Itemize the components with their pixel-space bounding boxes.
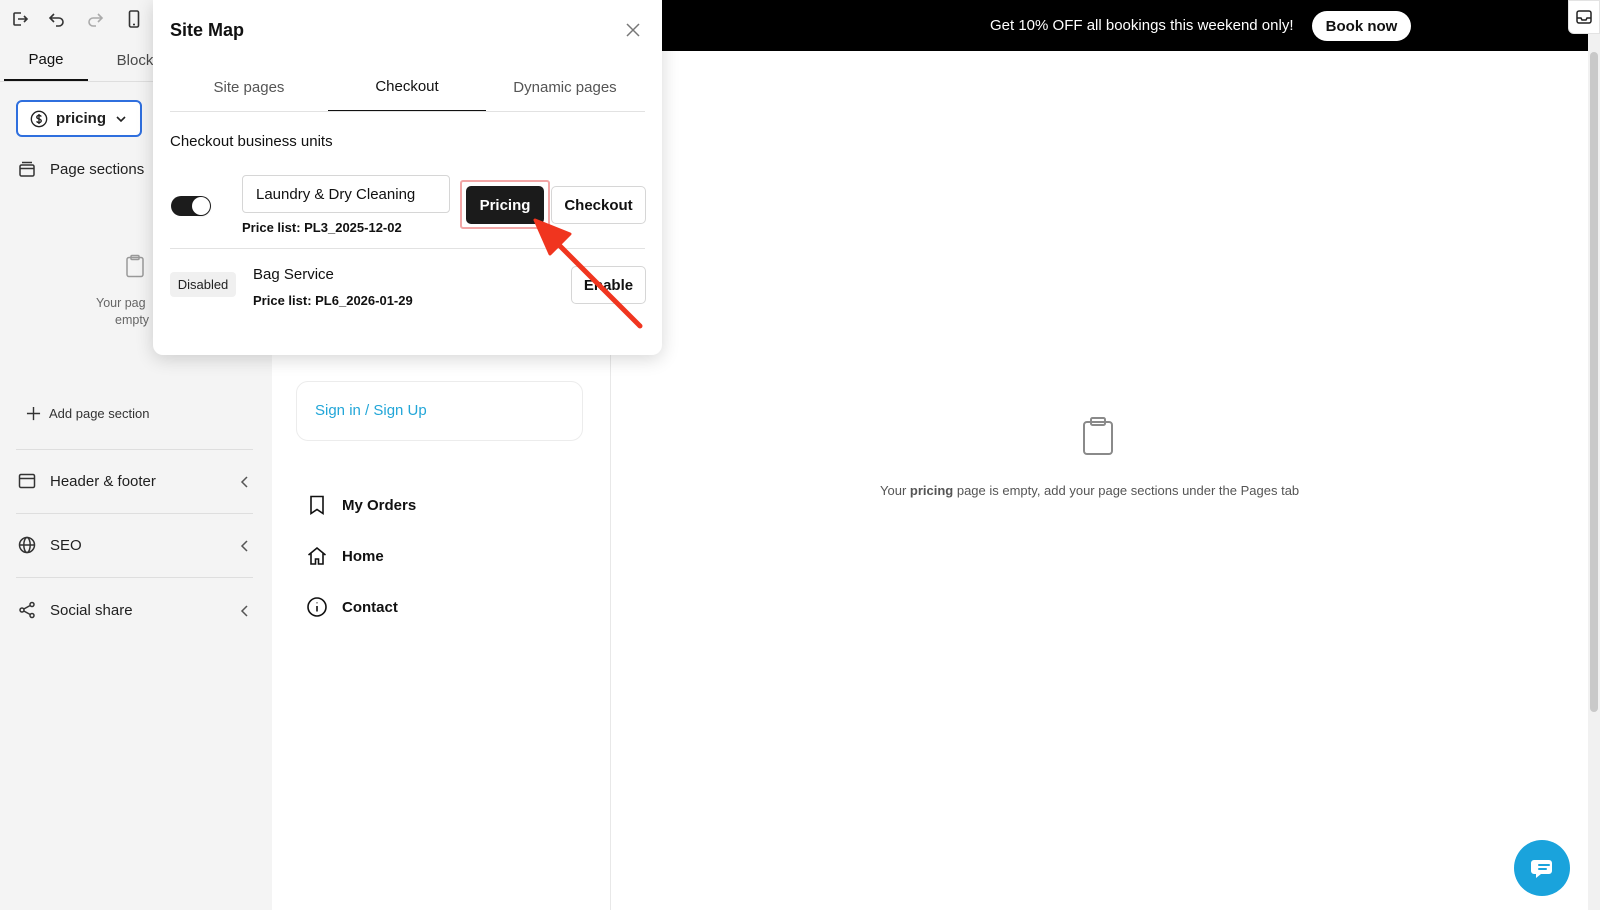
plus-icon [26, 406, 41, 421]
price-list-label: Price list: PL3_2025-12-02 [242, 220, 402, 235]
chevron-left-icon[interactable] [238, 539, 252, 553]
bookmark-icon [310, 495, 324, 515]
sidebar-item-label: Header & footer [50, 472, 156, 490]
nav-item-label: Contact [342, 598, 398, 616]
layers-icon [19, 161, 35, 177]
chevron-down-icon [116, 115, 126, 122]
layout-icon [18, 473, 36, 489]
dollar-icon [30, 110, 48, 127]
enable-button[interactable]: Enable [571, 266, 646, 304]
sidebar-divider [16, 513, 253, 514]
nav-item-my-orders[interactable]: My Orders [306, 494, 416, 516]
empty-page-message: Your pricing page is empty, add your pag… [880, 483, 1316, 498]
price-list-label: Price list: PL6_2026-01-29 [253, 293, 413, 308]
empty-prefix: Your [880, 483, 910, 498]
undo-icon[interactable] [47, 9, 67, 29]
signin-card: Sign in / Sign Up [296, 381, 583, 441]
add-page-section-label: Add page section [49, 406, 150, 421]
clipboard-icon [126, 254, 144, 278]
inbox-button[interactable] [1568, 0, 1600, 34]
site-map-popover: Site Map Site pages Checkout Dynamic pag… [153, 0, 662, 355]
sidebar-item-label: SEO [50, 536, 82, 554]
exit-icon[interactable] [9, 9, 29, 29]
page-select-dropdown[interactable]: pricing [16, 100, 142, 137]
business-unit-name-field[interactable] [242, 175, 450, 213]
page-sections-row: Page sections [18, 160, 144, 178]
status-badge: Disabled [170, 272, 236, 297]
empty-page-name: pricing [909, 483, 954, 498]
scrollbar-thumb[interactable] [1590, 52, 1598, 712]
chevron-left-icon[interactable] [238, 475, 252, 489]
page-select-value: pricing [56, 110, 107, 127]
nav-item-home[interactable]: Home [306, 545, 384, 567]
info-icon [307, 597, 327, 617]
chevron-left-icon[interactable] [238, 604, 252, 618]
tab-page[interactable]: Page [4, 40, 88, 81]
sidebar-item-seo[interactable]: SEO [18, 536, 82, 554]
nav-item-label: My Orders [342, 496, 417, 514]
checkout-button[interactable]: Checkout [551, 186, 646, 224]
sidebar-item-header-footer[interactable]: Header & footer [18, 472, 156, 490]
unit-enabled-toggle[interactable] [171, 196, 211, 216]
sidebar-empty-text-line2: empty [115, 313, 150, 327]
sidebar-divider [16, 577, 253, 578]
sidebar-item-social-share[interactable]: Social share [18, 601, 133, 619]
unit-divider [170, 248, 645, 249]
redo-icon[interactable] [85, 9, 105, 29]
globe-icon [18, 536, 36, 554]
home-icon [307, 546, 327, 565]
signin-link[interactable]: Sign in / Sign Up [315, 402, 427, 419]
mobile-preview-icon[interactable] [124, 9, 144, 29]
close-icon[interactable] [625, 22, 641, 38]
add-page-section-button[interactable]: Add page section [26, 406, 149, 421]
tab-checkout[interactable]: Checkout [328, 62, 486, 112]
sidebar-divider [16, 449, 253, 450]
nav-item-contact[interactable]: Contact [306, 596, 398, 618]
inbox-icon [1576, 10, 1592, 24]
tab-underline [170, 111, 645, 112]
sidebar-empty-text-line1: Your pag [96, 296, 146, 310]
sidebar-item-label: Social share [50, 601, 133, 619]
section-title: Checkout business units [170, 133, 333, 150]
business-unit-name: Bag Service [253, 266, 334, 283]
promo-text: Get 10% OFF all bookings this weekend on… [990, 17, 1294, 34]
pricing-button[interactable]: Pricing [466, 186, 544, 224]
site-map-title: Site Map [170, 20, 245, 40]
chat-icon [1531, 860, 1552, 878]
nav-item-label: Home [342, 547, 384, 565]
tab-site-pages[interactable]: Site pages [170, 62, 328, 112]
book-now-button[interactable]: Book now [1312, 11, 1411, 41]
tab-dynamic-pages[interactable]: Dynamic pages [486, 62, 644, 112]
page-sections-label: Page sections [50, 160, 145, 178]
clipboard-icon [1083, 417, 1113, 455]
empty-suffix: page is empty, add your page sections un… [953, 483, 1300, 498]
share-icon [19, 601, 35, 619]
chat-button[interactable] [1514, 840, 1570, 896]
